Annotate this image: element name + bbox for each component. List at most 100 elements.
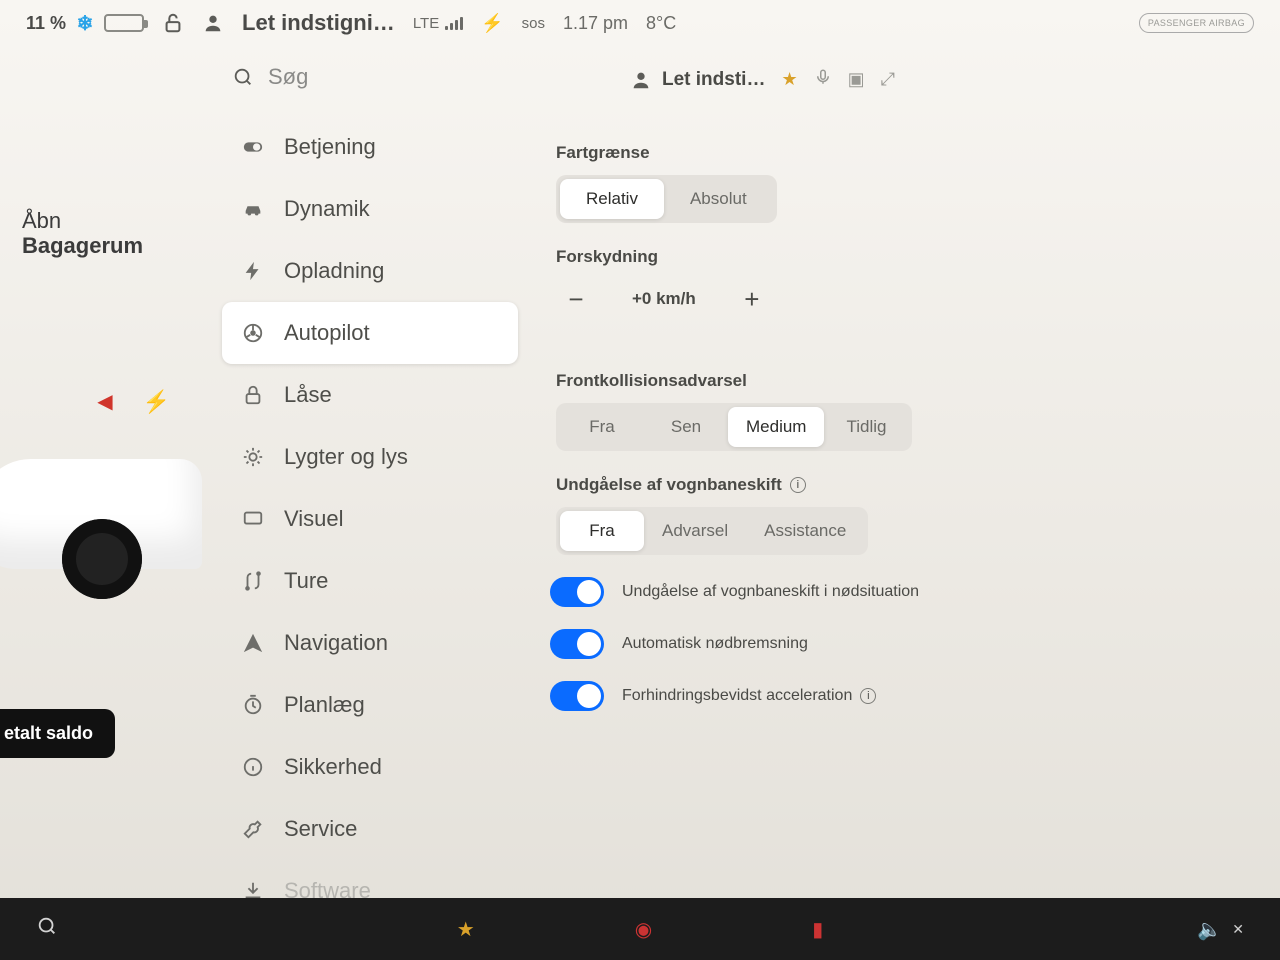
nav-item-locks[interactable]: Låse [210, 364, 530, 426]
unlock-icon[interactable] [162, 12, 184, 34]
toggle-switch[interactable] [550, 681, 604, 711]
nav-item-lights[interactable]: Lygter og lys [210, 426, 530, 488]
nav-item-label: Service [284, 816, 357, 842]
nav-item-label: Navigation [284, 630, 388, 656]
nav-item-label: Sikkerhed [284, 754, 382, 780]
open-label: Åbn [22, 208, 200, 233]
vehicle-panel: Åbn Bagagerum ◀ ⚡ etalt saldo [0, 44, 210, 922]
seg-option[interactable]: Relativ [560, 179, 664, 219]
offset-label: Forskydning [556, 247, 1220, 267]
lda-segmented[interactable]: FraAdvarselAssistance [556, 507, 868, 555]
wheel-icon [240, 322, 266, 344]
fcw-segmented[interactable]: FraSenMediumTidlig [556, 403, 912, 451]
toggle-label: Forhindringsbevidst acceleration i [622, 687, 876, 705]
nav-item-label: Låse [284, 382, 332, 408]
toggle-icon [240, 136, 266, 158]
profile-icon[interactable] [202, 12, 224, 34]
mic-icon[interactable] [814, 68, 832, 91]
info-icon [240, 756, 266, 778]
speed-limit-segmented[interactable]: RelativAbsolut [556, 175, 777, 223]
nav-item-label: Lygter og lys [284, 444, 408, 470]
temperature: 8°C [646, 13, 676, 34]
settings-nav: Søg Betjening Dynamik Opladning Autopilot Lå… [210, 44, 530, 922]
nav-item-label: Opladning [284, 258, 384, 284]
nav-item-label: Dynamik [284, 196, 370, 222]
charge-port-icon: ◀ [97, 389, 112, 414]
network-indicator: LTE [413, 15, 463, 32]
car-icon [240, 198, 266, 220]
seg-option[interactable]: Medium [728, 407, 824, 447]
mute-indicator[interactable]: 🔈✕ [1197, 917, 1244, 942]
toggle-label: Undgåelse af vognbaneskift i nødsituatio… [622, 583, 919, 601]
seg-option[interactable]: Absolut [664, 179, 773, 219]
seg-option[interactable]: Assistance [746, 511, 864, 551]
main-area: Åbn Bagagerum ◀ ⚡ etalt saldo Søg Betjen… [0, 44, 1280, 894]
seg-option[interactable]: Sen [644, 407, 728, 447]
dock-app-icon[interactable]: ★ [457, 917, 475, 942]
nav-item-autopilot[interactable]: Autopilot [222, 302, 518, 364]
sun-icon [240, 446, 266, 468]
info-icon[interactable]: i [860, 688, 876, 704]
clock: 1.17 pm [563, 13, 628, 34]
seg-option[interactable]: Fra [560, 511, 644, 551]
toggle-row: Undgåelse af vognbaneskift i nødsituatio… [550, 577, 1220, 607]
seg-option[interactable]: Advarsel [644, 511, 746, 551]
detail-profile-label: Let indsti… [662, 69, 765, 91]
offset-minus[interactable]: − [556, 279, 596, 319]
battery-indicator: 11 % ❄ [26, 12, 144, 34]
snowflake-icon: ❄ [74, 12, 96, 34]
profile-icon [630, 69, 652, 91]
dock: ★ ◉ ▮ 🔈✕ [0, 898, 1280, 960]
lda-label-text: Undgåelse af vognbaneskift [556, 475, 782, 495]
search-icon[interactable] [36, 915, 58, 943]
signal-bars-icon [445, 16, 463, 30]
seg-option[interactable]: Tidlig [824, 407, 908, 447]
toggle-label: Automatisk nødbremsning [622, 635, 808, 653]
nav-item-label: Autopilot [284, 320, 370, 346]
toggle-row: Automatisk nødbremsning [550, 629, 1220, 659]
nav-item-label: Betjening [284, 134, 376, 160]
nav-item-schedule[interactable]: Planlæg [210, 674, 530, 736]
timer-icon [240, 694, 266, 716]
info-icon[interactable]: i [790, 477, 806, 493]
lda-label: Undgåelse af vognbaneskift i [556, 475, 1220, 495]
autopilot-settings: Let indsti… ★ ▣ ⤢ Fartgrænse RelativAbso… [530, 44, 1280, 922]
trunk-label: Bagagerum [22, 233, 143, 258]
seg-option[interactable]: Fra [560, 407, 644, 447]
trunk-toggle[interactable]: Åbn Bagagerum [22, 208, 200, 259]
toggle-row: Forhindringsbevidst acceleration i [550, 681, 1220, 711]
sos-indicator: sos [522, 15, 545, 32]
offset-plus[interactable]: + [732, 279, 772, 319]
search-row[interactable]: Søg [210, 50, 530, 116]
nav-item-label: Planlæg [284, 692, 365, 718]
boxes-icon[interactable]: ▣ [848, 69, 865, 90]
offset-value: +0 km/h [632, 289, 696, 309]
toggle-switch[interactable] [550, 629, 604, 659]
car-illustration: ◀ ⚡ [22, 389, 200, 609]
nav-item-trips[interactable]: Ture [210, 550, 530, 612]
nav-item-controls[interactable]: Betjening [210, 116, 530, 178]
star-icon[interactable]: ★ [781, 69, 797, 90]
nav-item-charging[interactable]: Opladning [210, 240, 530, 302]
airbag-badge: PASSENGER AIRBAG [1139, 13, 1254, 33]
dock-app-icon[interactable]: ◉ [635, 917, 652, 942]
nav-item-display[interactable]: Visuel [210, 488, 530, 550]
battery-percent: 11 % [26, 13, 66, 34]
wrench-icon [240, 818, 266, 840]
nav-item-dynamics[interactable]: Dynamik [210, 178, 530, 240]
nav-item-service[interactable]: Service [210, 798, 530, 860]
network-type: LTE [413, 15, 439, 32]
nav-icon [240, 632, 266, 654]
charging-bolt-icon: ⚡ [481, 13, 503, 34]
profile-name[interactable]: Let indstigni… [242, 10, 395, 36]
nav-item-navigation[interactable]: Navigation [210, 612, 530, 674]
balance-button[interactable]: etalt saldo [0, 709, 115, 758]
toggle-switch[interactable] [550, 577, 604, 607]
nav-item-safety[interactable]: Sikkerhed [210, 736, 530, 798]
route-icon [240, 570, 266, 592]
toggle-list: Undgåelse af vognbaneskift i nødsituatio… [540, 577, 1220, 711]
detail-profile[interactable]: Let indsti… [630, 69, 765, 91]
bolt-icon [240, 260, 266, 282]
dock-app-icon[interactable]: ▮ [812, 917, 823, 942]
expand-icon[interactable]: ⤢ [881, 69, 895, 90]
